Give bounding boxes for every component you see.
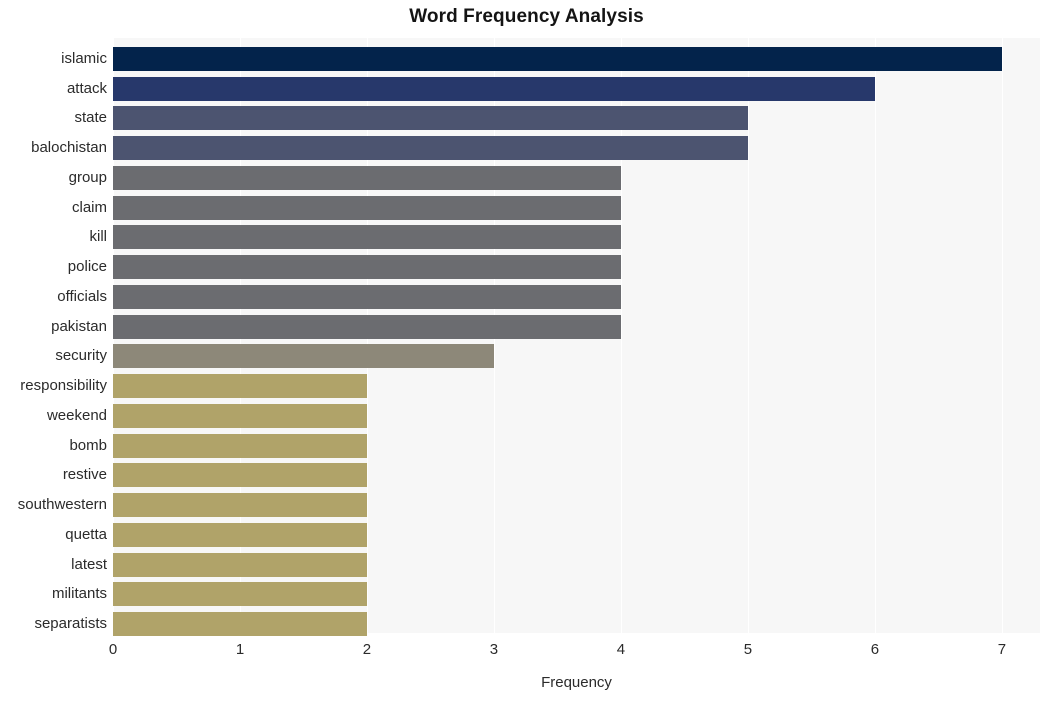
bar[interactable] (113, 523, 367, 547)
chart-title: Word Frequency Analysis (409, 6, 644, 27)
x-tick-label: 2 (362, 641, 372, 658)
x-tick-label: 1 (235, 641, 245, 658)
y-tick-label: militants (51, 585, 107, 602)
bar[interactable] (113, 612, 367, 636)
bar[interactable] (113, 315, 621, 339)
y-tick-label: security (55, 347, 107, 364)
y-tick-label: state (74, 109, 107, 126)
y-tick-label: quetta (65, 526, 107, 543)
y-axis-tick-labels: islamic attack state balochistan group claim k… (0, 38, 107, 633)
x-tick-label: 3 (489, 641, 499, 658)
bars-container (113, 38, 1040, 636)
bar[interactable] (113, 285, 621, 309)
y-tick-label: pakistan (51, 318, 107, 335)
bar[interactable] (113, 493, 367, 517)
y-tick-label: restive (62, 466, 107, 483)
x-axis-tick-labels: 0 1 2 3 4 5 6 7 (109, 641, 1040, 663)
y-tick-label: balochistan (31, 139, 107, 156)
bar[interactable] (113, 374, 367, 398)
y-tick-label: responsibility (20, 377, 107, 394)
y-tick-label: islamic (61, 50, 107, 67)
bar[interactable] (113, 166, 621, 190)
bar[interactable] (113, 344, 494, 368)
x-tick-label: 0 (108, 641, 118, 658)
y-tick-label: attack (66, 80, 107, 97)
y-tick-label: separatists (34, 615, 107, 632)
y-tick-label: weekend (46, 407, 107, 424)
x-tick-label: 5 (743, 641, 753, 658)
bar[interactable] (113, 106, 748, 130)
x-tick-label: 6 (870, 641, 880, 658)
y-tick-label: bomb (69, 437, 107, 454)
bar[interactable] (113, 404, 367, 428)
bar[interactable] (113, 463, 367, 487)
bar[interactable] (113, 225, 621, 249)
y-tick-label: police (67, 258, 107, 275)
bar[interactable] (113, 434, 367, 458)
x-axis-title: Frequency (541, 674, 612, 691)
y-tick-label: claim (71, 199, 107, 216)
x-tick-label: 4 (616, 641, 626, 658)
chart-figure: Word Frequency Analysis islamic attack sta… (0, 0, 1053, 701)
bar[interactable] (113, 196, 621, 220)
y-tick-label: kill (89, 228, 108, 245)
bar[interactable] (113, 136, 748, 160)
y-tick-label: latest (71, 556, 107, 573)
bar[interactable] (113, 582, 367, 606)
bar[interactable] (113, 77, 875, 101)
y-tick-label: group (68, 169, 107, 186)
y-tick-label: officials (57, 288, 107, 305)
y-tick-label: southwestern (17, 496, 107, 513)
bar[interactable] (113, 255, 621, 279)
bar[interactable] (113, 47, 1002, 71)
x-tick-label: 7 (997, 641, 1007, 658)
plot-area (113, 38, 1040, 636)
bar[interactable] (113, 553, 367, 577)
